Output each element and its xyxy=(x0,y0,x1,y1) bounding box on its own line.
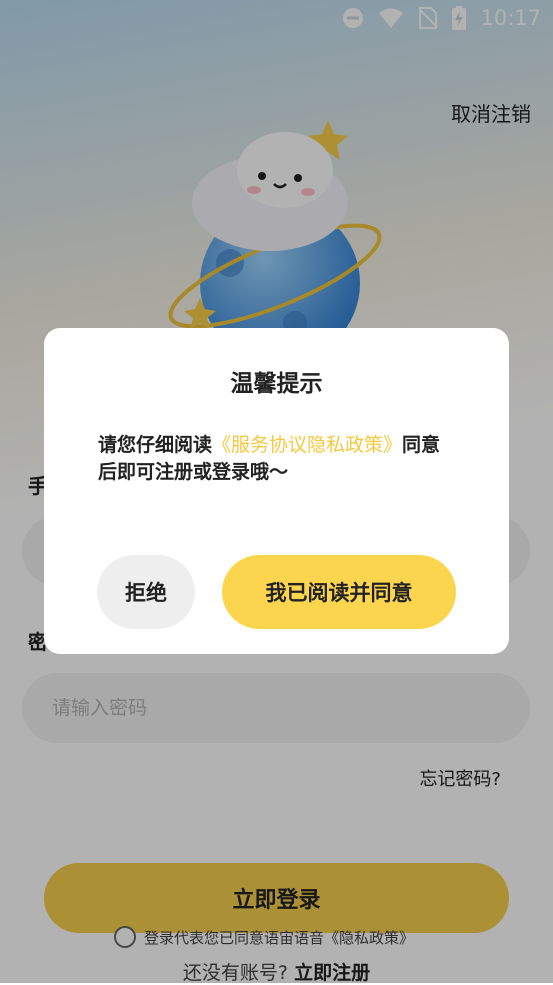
agree-button[interactable]: 我已阅读并同意 xyxy=(222,555,456,629)
service-agreement-link[interactable]: 《服务协议隐私政策》 xyxy=(212,434,402,456)
reject-button[interactable]: 拒绝 xyxy=(97,555,195,629)
privacy-dialog: 温馨提示 请您仔细阅读《服务协议隐私政策》同意后即可注册或登录哦～ 拒绝 我已阅… xyxy=(44,328,509,654)
dialog-title: 温馨提示 xyxy=(230,371,323,397)
dialog-body: 请您仔细阅读《服务协议隐私政策》同意后即可注册或登录哦～ xyxy=(98,432,458,486)
dialog-body-prefix: 请您仔细阅读 xyxy=(98,434,213,456)
